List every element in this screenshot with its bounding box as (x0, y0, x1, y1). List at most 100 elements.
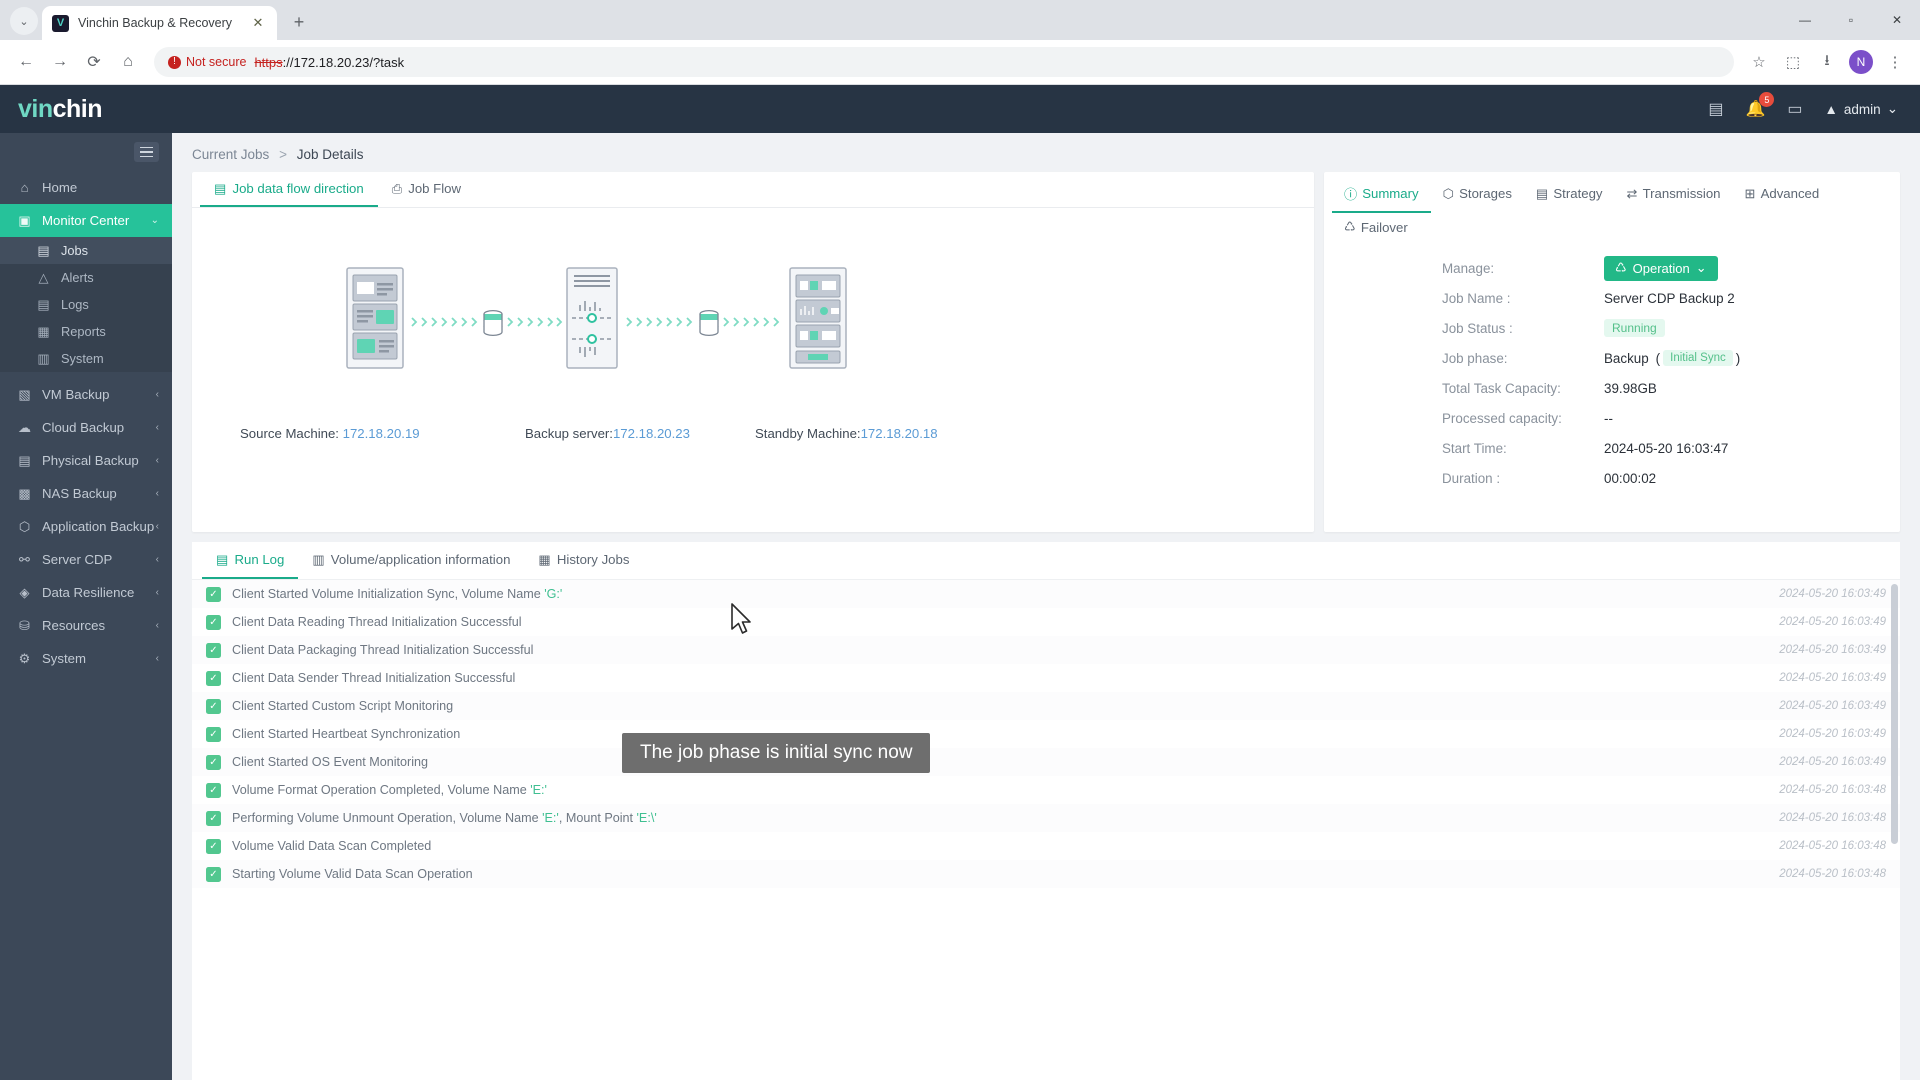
tab-label: Job Flow (408, 181, 462, 196)
sidebar-item-server-cdp[interactable]: ⚯ Server CDP ‹ (0, 543, 172, 576)
sidebar-item-resources[interactable]: ⛁ Resources ‹ (0, 609, 172, 642)
tab-label: Summary (1362, 186, 1419, 201)
new-tab-button[interactable]: + (285, 8, 313, 36)
runlog-icon: ▤ (216, 551, 229, 567)
sidebar-item-monitor-center[interactable]: ▣ Monitor Center ⌄ (0, 204, 172, 237)
log-message: Client Data Sender Thread Initialization… (232, 671, 516, 685)
url-text: https://172.18.20.23/?task (254, 55, 404, 70)
bookmark-star-icon[interactable]: ☆ (1744, 47, 1774, 77)
profile-avatar[interactable]: N (1846, 47, 1876, 77)
phase-badge: Initial Sync (1663, 350, 1733, 366)
reload-icon[interactable]: ⟳ (78, 46, 110, 78)
hamburger-menu-icon[interactable] (134, 142, 159, 162)
sidebar-item-home[interactable]: ⌂ Home (0, 171, 172, 204)
sidebar-item-label: Reports (61, 324, 106, 339)
sidebar-item-cloud-backup[interactable]: ☁ Cloud Backup ‹ (0, 411, 172, 444)
extensions-icon[interactable]: ⬚ (1778, 47, 1808, 77)
field-duration: Duration : 00:00:02 (1442, 463, 1900, 493)
log-row: ✓ Client Data Packaging Thread Initializa… (192, 636, 1900, 664)
tab-label: Strategy (1553, 186, 1603, 201)
tab-label: Transmission (1642, 186, 1721, 201)
operation-button[interactable]: ♺ Operation ⌄ (1604, 255, 1718, 281)
user-menu[interactable]: ▲ admin ⌄ (1825, 101, 1898, 117)
breadcrumb-parent[interactable]: Current Jobs (192, 147, 269, 162)
window-close-icon[interactable]: ✕ (1874, 0, 1920, 40)
field-label: Duration : (1442, 470, 1501, 486)
not-secure-label: Not secure (186, 55, 247, 69)
minimize-icon[interactable]: — (1782, 0, 1828, 40)
sidebar-item-label: Data Resilience (42, 585, 135, 600)
log-message: Volume Valid Data Scan Completed (232, 839, 432, 853)
job-data-flow-card: ▤ Job data flow direction ⎙ Job Flow Sou… (192, 172, 1314, 532)
sidebar-item-physical-backup[interactable]: ▤ Physical Backup ‹ (0, 444, 172, 477)
browser-tab[interactable]: V Vinchin Backup & Recovery ✕ (42, 6, 277, 40)
flow-arrows-right2 (723, 317, 780, 327)
address-bar-icons: ☆ ⬚ ⭳ N ⋮ (1744, 47, 1910, 77)
top-row: ▤ Job data flow direction ⎙ Job Flow Sou… (172, 172, 1920, 532)
tab-job-flow[interactable]: ⎙ Job Flow (378, 172, 475, 207)
tab-job-data-flow-direction[interactable]: ▤ Job data flow direction (200, 172, 378, 207)
tab-transmission[interactable]: ⇄ Transmission (1615, 178, 1733, 213)
tab-history-jobs[interactable]: ▦ History Jobs (524, 542, 643, 579)
not-secure-indicator[interactable]: ! Not secure (168, 55, 246, 69)
sidebar-item-logs[interactable]: ▤ Logs (0, 291, 172, 318)
field-value: 2024-05-20 16:03:47 (1604, 440, 1729, 456)
tab-failover[interactable]: ♺ Failover (1332, 213, 1420, 245)
log-row: ✓ Starting Volume Valid Data Scan Operati… (192, 860, 1900, 888)
tab-run-log[interactable]: ▤ Run Log (202, 542, 299, 579)
log-timestamp: 2024-05-20 16:03:49 (1779, 756, 1886, 768)
source-machine-label: Source Machine: 172.18.20.19 (240, 426, 420, 441)
sidebar-item-data-resilience[interactable]: ◈ Data Resilience ‹ (0, 576, 172, 609)
log-row: ✓ Performing Volume Unmount Operation, Vo… (192, 804, 1900, 832)
back-icon[interactable]: ← (10, 46, 42, 78)
tab-volume-application-information[interactable]: ▥ Volume/application information (298, 542, 524, 579)
breadcrumb: Current Jobs > Job Details (172, 133, 1920, 172)
url-input[interactable]: ! Not secure https://172.18.20.23/?task (154, 47, 1734, 77)
sidebar-item-reports[interactable]: ▦ Reports (0, 318, 172, 345)
paren-close: ) (1735, 350, 1741, 366)
tab-storages[interactable]: ⬡ Storages (1431, 178, 1524, 213)
tab-search-chevron-icon[interactable]: ⌄ (10, 7, 38, 35)
sidebar-item-application-backup[interactable]: ⬡ Application Backup ‹ (0, 510, 172, 543)
tab-strategy[interactable]: ▤ Strategy (1524, 178, 1615, 213)
log-scrollbar[interactable] (1891, 584, 1898, 844)
docs-icon[interactable]: ▤ (1708, 99, 1723, 119)
sidebar-item-label: NAS Backup (42, 486, 117, 501)
sidebar-item-vm-backup[interactable]: ▧ VM Backup ‹ (0, 378, 172, 411)
user-name: admin (1843, 101, 1881, 117)
sidebar-collapse-row (0, 133, 172, 171)
vinchin-favicon-icon: V (52, 14, 69, 32)
sidebar-item-system-monitor[interactable]: ▥ System (0, 345, 172, 372)
sidebar-item-label: Monitor Center (42, 213, 130, 228)
flow-arrows-right (626, 317, 693, 327)
sidebar-item-jobs[interactable]: ▤ Jobs (0, 237, 172, 264)
app-logo: vinchin (18, 94, 103, 123)
tab-label: Advanced (1760, 186, 1820, 201)
tab-label: Job data flow direction (232, 181, 364, 196)
sidebar-item-nas-backup[interactable]: ▩ NAS Backup ‹ (0, 477, 172, 510)
sidebar-item-label: Jobs (61, 243, 89, 258)
resources-icon: ⛁ (19, 617, 30, 633)
sidebar-item-system[interactable]: ⚙ System ‹ (0, 642, 172, 675)
success-check-icon: ✓ (206, 642, 221, 658)
tab-advanced[interactable]: ⊞ Advanced (1733, 178, 1832, 213)
notifications-icon[interactable]: 🔔 5 (1745, 92, 1775, 119)
field-label: Total Task Capacity: (1442, 380, 1561, 396)
close-icon[interactable]: ✕ (249, 14, 267, 32)
sidebar-item-label: Server CDP (42, 552, 113, 567)
warning-icon: ! (168, 55, 181, 69)
maximize-icon[interactable]: ▫ (1828, 0, 1874, 40)
notification-badge: 5 (1759, 92, 1775, 107)
download-icon[interactable]: ⭳ (1812, 47, 1842, 77)
console-icon[interactable]: ▭ (1787, 99, 1802, 119)
field-label: Job Status : (1442, 320, 1513, 336)
sidebar-item-label: Alerts (61, 270, 94, 285)
tab-summary[interactable]: ⓘ Summary (1332, 178, 1431, 213)
log-entry-list[interactable]: ✓ Client Started Volume Initialization Sy… (192, 580, 1900, 1080)
forward-icon[interactable]: → (44, 46, 76, 78)
window-controls: — ▫ ✕ (1782, 0, 1920, 40)
strategy-icon: ▤ (1535, 185, 1549, 201)
home-icon[interactable]: ⌂ (112, 46, 144, 78)
sidebar-item-alerts[interactable]: △ Alerts (0, 264, 172, 291)
browser-menu-icon[interactable]: ⋮ (1880, 47, 1910, 77)
